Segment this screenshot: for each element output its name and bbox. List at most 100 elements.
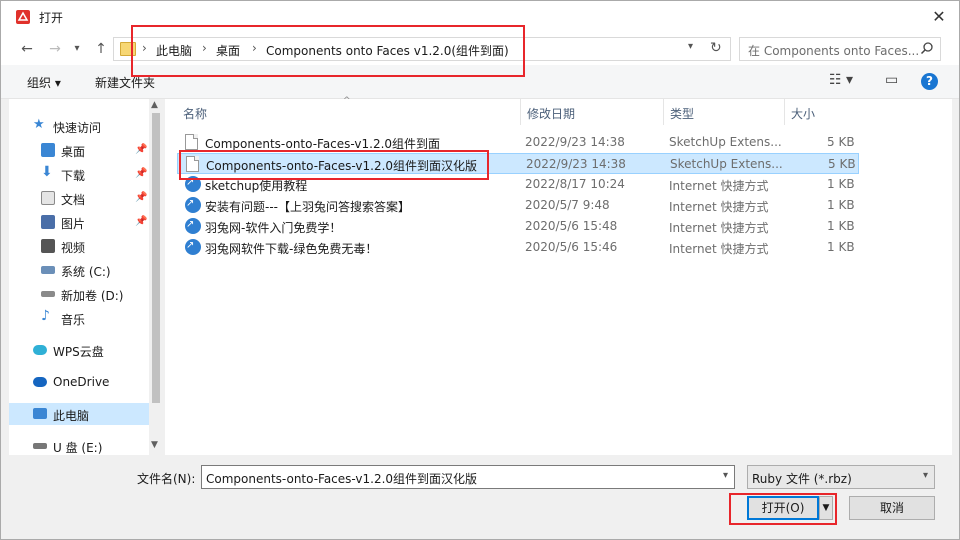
file-size: 5 KB — [827, 135, 855, 149]
column-header-label: 类型 — [670, 107, 695, 121]
pin-icon[interactable]: 📌 — [135, 192, 147, 203]
internet-shortcut-icon — [185, 239, 201, 255]
music-icon: ♪ — [41, 308, 50, 324]
file-size: 1 KB — [827, 198, 855, 212]
file-type: SketchUp Extens... — [670, 157, 783, 171]
file-row[interactable]: 安装有问题---【上羽兔问答搜索答案】 2020/5/7 9:48 Intern… — [177, 195, 859, 216]
breadcrumb-separator[interactable]: › — [142, 41, 147, 55]
close-button[interactable]: ✕ — [927, 5, 951, 29]
breadcrumb-this-pc[interactable]: 此电脑 — [156, 42, 192, 59]
file-icon — [185, 134, 198, 150]
search-placeholder: 在 Components onto Faces... — [748, 44, 920, 58]
cloud-icon — [33, 345, 47, 355]
organize-button[interactable]: 组织 ▾ — [27, 74, 61, 91]
star-icon: ★ — [33, 117, 45, 132]
column-header-type[interactable]: 类型 — [664, 99, 784, 125]
sidebar-item-pictures[interactable]: 图片 📌 — [9, 211, 149, 233]
sidebar-item-volume-d[interactable]: 新加卷 (D:) — [9, 283, 149, 305]
scroll-up-icon[interactable]: ▲ — [151, 100, 158, 110]
usb-drive-icon — [33, 443, 47, 449]
sidebar-item-quick-access[interactable]: ★ 快速访问 — [9, 115, 149, 137]
file-name: Components-onto-Faces-v1.2.0组件到面 — [205, 137, 441, 151]
file-type: Internet 快捷方式 — [669, 221, 769, 235]
breadcrumb-separator[interactable]: › — [202, 41, 207, 55]
window-title: 打开 — [39, 11, 64, 25]
preview-pane-icon[interactable]: ▭ — [885, 72, 898, 88]
up-folder-button[interactable]: ↑ — [91, 39, 111, 59]
forward-button[interactable]: → — [45, 39, 65, 59]
file-name: 安装有问题---【上羽兔问答搜索答案】 — [205, 200, 410, 214]
drive-icon — [41, 266, 55, 274]
filename-value: Components-onto-Faces-v1.2.0组件到面汉化版 — [206, 472, 478, 486]
back-button[interactable]: ← — [17, 39, 37, 59]
file-size: 1 KB — [827, 240, 855, 254]
sidebar-item-label: 下载 — [61, 169, 86, 183]
pictures-icon — [41, 215, 55, 229]
file-type: Internet 快捷方式 — [669, 179, 769, 193]
breadcrumb-current-folder[interactable]: Components onto Faces v1.2.0(组件到面) — [266, 42, 509, 59]
drive-icon — [41, 291, 55, 297]
new-folder-button[interactable]: 新建文件夹 — [95, 74, 155, 91]
recent-locations-dropdown[interactable]: ▾ — [67, 39, 87, 59]
column-header-name[interactable]: 名称 — [177, 99, 519, 125]
sidebar-item-label: 图片 — [61, 217, 86, 231]
pin-icon[interactable]: 📌 — [135, 168, 147, 179]
file-row[interactable]: Components-onto-Faces-v1.2.0组件到面 2022/9/… — [177, 132, 859, 153]
file-type: SketchUp Extens... — [669, 135, 782, 149]
sidebar-item-usb-e[interactable]: U 盘 (E:) — [9, 435, 149, 457]
file-type: Internet 快捷方式 — [669, 242, 769, 256]
file-modified: 2022/9/23 14:38 — [526, 157, 626, 171]
file-row[interactable]: 羽兔网软件下载-绿色免费无毒！ 2020/5/6 15:46 Internet … — [177, 237, 859, 258]
file-name: 羽兔网软件下载-绿色免费无毒！ — [205, 242, 378, 256]
breadcrumb-separator[interactable]: › — [252, 41, 257, 55]
view-options-icon[interactable]: ☷ ▾ — [829, 72, 853, 88]
column-header-modified[interactable]: 修改日期 — [521, 99, 663, 125]
sidebar-item-system-c[interactable]: 系统 (C:) — [9, 259, 149, 281]
sidebar-item-downloads[interactable]: ⬇ 下载 📌 — [9, 163, 149, 185]
onedrive-icon — [33, 377, 47, 387]
breadcrumb-desktop[interactable]: 桌面 — [216, 42, 240, 59]
sidebar-item-label: U 盘 (E:) — [53, 441, 103, 455]
search-input[interactable]: 在 Components onto Faces... — [739, 37, 941, 61]
desktop-icon — [41, 143, 55, 157]
cancel-button[interactable]: 取消 — [849, 496, 935, 520]
chevron-down-icon[interactable]: ▾ — [723, 470, 728, 481]
sidebar-item-videos[interactable]: 视频 — [9, 235, 149, 257]
address-bar[interactable]: › 此电脑 › 桌面 › Components onto Faces v1.2.… — [113, 37, 731, 61]
document-icon — [41, 191, 55, 205]
file-row[interactable]: 羽兔网-软件入门免费学！ 2020/5/6 15:48 Internet 快捷方… — [177, 216, 859, 237]
refresh-icon[interactable]: ↻ — [710, 40, 722, 56]
command-toolbar: 组织 ▾ 新建文件夹 ☷ ▾ ▭ ? — [1, 65, 959, 99]
sidebar-item-label: 文档 — [61, 193, 86, 207]
sidebar-item-this-pc[interactable]: 此电脑 — [9, 403, 149, 425]
search-icon[interactable] — [920, 41, 934, 55]
scroll-down-icon[interactable]: ▼ — [151, 440, 158, 450]
sidebar-item-label: 新加卷 (D:) — [61, 289, 124, 303]
file-row[interactable]: sketchup使用教程 2022/8/17 10:24 Internet 快捷… — [177, 174, 859, 195]
title-bar: 打开 ✕ — [1, 1, 959, 33]
scrollbar-thumb[interactable] — [152, 113, 160, 403]
sidebar-scrollbar[interactable]: ▲ ▼ — [149, 99, 163, 455]
sidebar-item-music[interactable]: ♪ 音乐 — [9, 307, 149, 329]
filename-input[interactable]: Components-onto-Faces-v1.2.0组件到面汉化版 ▾ — [201, 465, 735, 489]
pin-icon[interactable]: 📌 — [135, 216, 147, 227]
file-modified: 2020/5/6 15:48 — [525, 219, 618, 233]
file-row-selected[interactable]: Components-onto-Faces-v1.2.0组件到面汉化版 2022… — [177, 153, 859, 174]
pin-icon[interactable]: 📌 — [135, 144, 147, 155]
sidebar-item-desktop[interactable]: 桌面 📌 — [9, 139, 149, 161]
file-type-select[interactable]: Ruby 文件 (*.rbz) ▾ — [747, 465, 935, 489]
sidebar-item-wps-cloud[interactable]: WPS云盘 — [9, 339, 149, 361]
sidebar-item-label: 此电脑 — [53, 409, 90, 423]
file-name: Components-onto-Faces-v1.2.0组件到面汉化版 — [206, 159, 478, 173]
sidebar-item-onedrive[interactable]: OneDrive — [9, 371, 149, 393]
sidebar-item-documents[interactable]: 文档 📌 — [9, 187, 149, 209]
file-size: 1 KB — [827, 219, 855, 233]
chevron-down-icon[interactable]: ▾ — [923, 470, 928, 481]
internet-shortcut-icon — [185, 218, 201, 234]
help-icon[interactable]: ? — [921, 73, 938, 90]
column-header-size[interactable]: 大小 — [785, 99, 857, 125]
open-button[interactable]: 打开(O) — [747, 496, 819, 520]
sidebar-item-label: OneDrive — [53, 375, 110, 389]
open-options-dropdown[interactable]: ▼ — [819, 496, 833, 520]
address-dropdown-button[interactable]: ▾ — [688, 41, 693, 52]
